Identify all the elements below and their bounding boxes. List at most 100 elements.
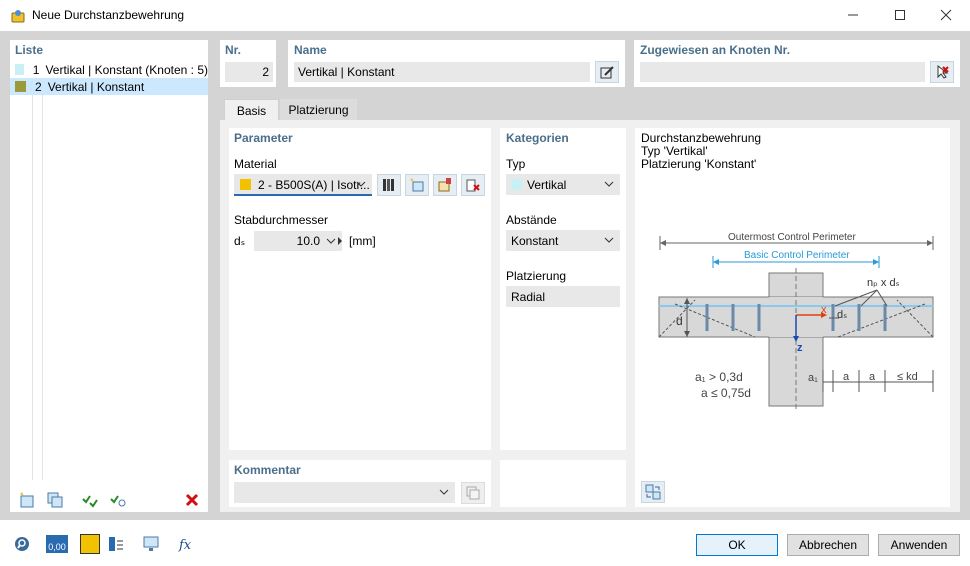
maximize-button[interactable] bbox=[877, 0, 923, 30]
diameter-label: Stabdurchmesser bbox=[234, 213, 329, 227]
search-icon bbox=[15, 537, 29, 551]
categories-header: Kategorien bbox=[506, 131, 569, 145]
color-button[interactable] bbox=[80, 534, 100, 554]
apply-button[interactable]: Anwenden bbox=[878, 534, 960, 556]
nr-header: Nr. bbox=[225, 43, 242, 57]
material-library-button[interactable] bbox=[377, 174, 401, 196]
list-item-label: Vertikal | Konstant bbox=[47, 79, 145, 94]
delete-icon bbox=[185, 493, 199, 507]
list-item[interactable]: 1 Vertikal | Konstant (Knoten : 5) bbox=[10, 61, 208, 78]
dim-kd-label: ≤ kd bbox=[897, 371, 918, 383]
delete-button[interactable] bbox=[180, 489, 204, 511]
diameter-value: 10.0 bbox=[296, 234, 320, 248]
tab-basis[interactable]: Basis bbox=[224, 99, 279, 121]
diameter-field[interactable]: 10.0 bbox=[254, 231, 342, 251]
decimal-icon: 0,00 bbox=[46, 535, 68, 553]
color-swatch bbox=[15, 64, 24, 75]
maximize-icon bbox=[895, 10, 905, 20]
pick-node-icon bbox=[937, 64, 949, 79]
edit-icon bbox=[600, 66, 614, 79]
select-node-button[interactable] bbox=[930, 61, 954, 83]
assigned-header: Zugewiesen an Knoten Nr. bbox=[640, 43, 791, 57]
assigned-panel: Zugewiesen an Knoten Nr. bbox=[634, 40, 960, 87]
check-all-button[interactable] bbox=[78, 489, 102, 511]
toggle-diagram-button[interactable] bbox=[641, 481, 665, 503]
new-material-icon bbox=[410, 178, 424, 192]
chevron-down-icon bbox=[326, 238, 336, 244]
diameter-symbol: dₛ bbox=[234, 234, 246, 248]
np-label: nₚ x dₛ bbox=[867, 277, 900, 289]
empty-panel bbox=[500, 460, 626, 507]
cancel-button[interactable]: Abbrechen bbox=[787, 534, 869, 556]
edit-material-button[interactable] bbox=[433, 174, 457, 196]
ok-button[interactable]: OK bbox=[696, 534, 778, 556]
formula-button[interactable]: fx bbox=[174, 533, 198, 555]
swap-view-icon bbox=[645, 484, 661, 500]
list-header: Liste bbox=[15, 43, 44, 57]
outer-perimeter-label: Outermost Control Perimeter bbox=[728, 232, 856, 243]
name-panel: Name Vertikal | Konstant bbox=[288, 40, 625, 87]
copy-icon bbox=[466, 486, 480, 500]
spacing-dropdown[interactable]: Konstant bbox=[506, 230, 620, 251]
delete-material-button[interactable] bbox=[461, 174, 485, 196]
list-item-number: 2 bbox=[35, 79, 42, 94]
nr-panel: Nr. 2 bbox=[220, 40, 276, 87]
app-icon bbox=[11, 10, 25, 23]
type-dropdown[interactable]: Vertikal bbox=[506, 174, 620, 195]
a-condition: a ≤ 0,75d bbox=[701, 386, 751, 400]
chevron-down-icon bbox=[604, 181, 614, 187]
tree-line bbox=[32, 80, 33, 480]
nr-field[interactable]: 2 bbox=[225, 62, 273, 82]
placement-label: Platzierung bbox=[506, 269, 567, 283]
close-button[interactable] bbox=[923, 0, 969, 30]
material-value: 2 - B500S(A) | Isotr... bbox=[258, 178, 370, 192]
x-axis-label: x bbox=[821, 304, 827, 316]
copy-icon bbox=[47, 492, 63, 508]
type-label: Typ bbox=[506, 157, 526, 171]
name-field[interactable]: Vertikal | Konstant bbox=[294, 62, 590, 82]
dim-a1-label: a₁ bbox=[808, 372, 818, 384]
minimize-button[interactable] bbox=[830, 0, 876, 30]
step-right-icon[interactable] bbox=[336, 236, 344, 246]
new-material-button[interactable] bbox=[405, 174, 429, 196]
list-item-number: 1 bbox=[32, 62, 40, 77]
comment-copy-button[interactable] bbox=[461, 482, 485, 504]
check-toggle-icon bbox=[110, 495, 126, 507]
chevron-down-icon bbox=[604, 237, 614, 243]
display-settings-button[interactable] bbox=[104, 533, 128, 555]
type-color-swatch bbox=[511, 179, 522, 190]
comment-panel: Kommentar bbox=[229, 460, 491, 507]
a1-condition: a₁ > 0,3d bbox=[695, 370, 743, 384]
copy-item-button[interactable] bbox=[43, 489, 67, 511]
units-button[interactable]: 0,00 bbox=[44, 533, 70, 555]
chevron-down-icon bbox=[356, 181, 366, 187]
ds-label: dₛ bbox=[837, 309, 848, 321]
dim-a-label: a bbox=[843, 371, 850, 383]
parameter-panel: Parameter Material 2 - B500S(A) | Isotr.… bbox=[229, 128, 491, 450]
assigned-field[interactable] bbox=[640, 62, 925, 82]
view-button[interactable] bbox=[139, 533, 163, 555]
dim-a2-label: a bbox=[869, 371, 876, 383]
close-icon bbox=[940, 9, 952, 21]
help-search-button[interactable] bbox=[10, 533, 34, 555]
material-dropdown[interactable]: 2 - B500S(A) | Isotr... bbox=[234, 174, 372, 196]
diameter-unit: [mm] bbox=[349, 234, 376, 248]
comment-dropdown[interactable] bbox=[234, 482, 455, 503]
list-panel: Liste 1 Vertikal | Konstant (Knoten : 5)… bbox=[10, 40, 208, 512]
list-item-selected[interactable]: 2 Vertikal | Konstant bbox=[10, 78, 208, 95]
edit-name-button[interactable] bbox=[595, 61, 619, 83]
edit-material-icon bbox=[438, 178, 451, 192]
spacing-label: Abstände bbox=[506, 213, 557, 227]
tab-platzierung[interactable]: Platzierung bbox=[280, 99, 357, 121]
new-item-button[interactable] bbox=[15, 489, 39, 511]
new-item-icon bbox=[20, 492, 34, 508]
diagram-panel: Durchstanzbewehrung Typ 'Vertikal' Platz… bbox=[635, 128, 950, 507]
check-all-icon bbox=[82, 495, 98, 508]
type-value: Vertikal bbox=[527, 178, 567, 192]
check-toggle-button[interactable] bbox=[106, 489, 130, 511]
basic-perimeter-label: Basic Control Perimeter bbox=[744, 250, 850, 261]
function-icon: fx bbox=[178, 538, 192, 553]
material-color-swatch bbox=[240, 179, 251, 190]
parameter-header: Parameter bbox=[234, 131, 293, 145]
minimize-icon bbox=[848, 14, 858, 16]
